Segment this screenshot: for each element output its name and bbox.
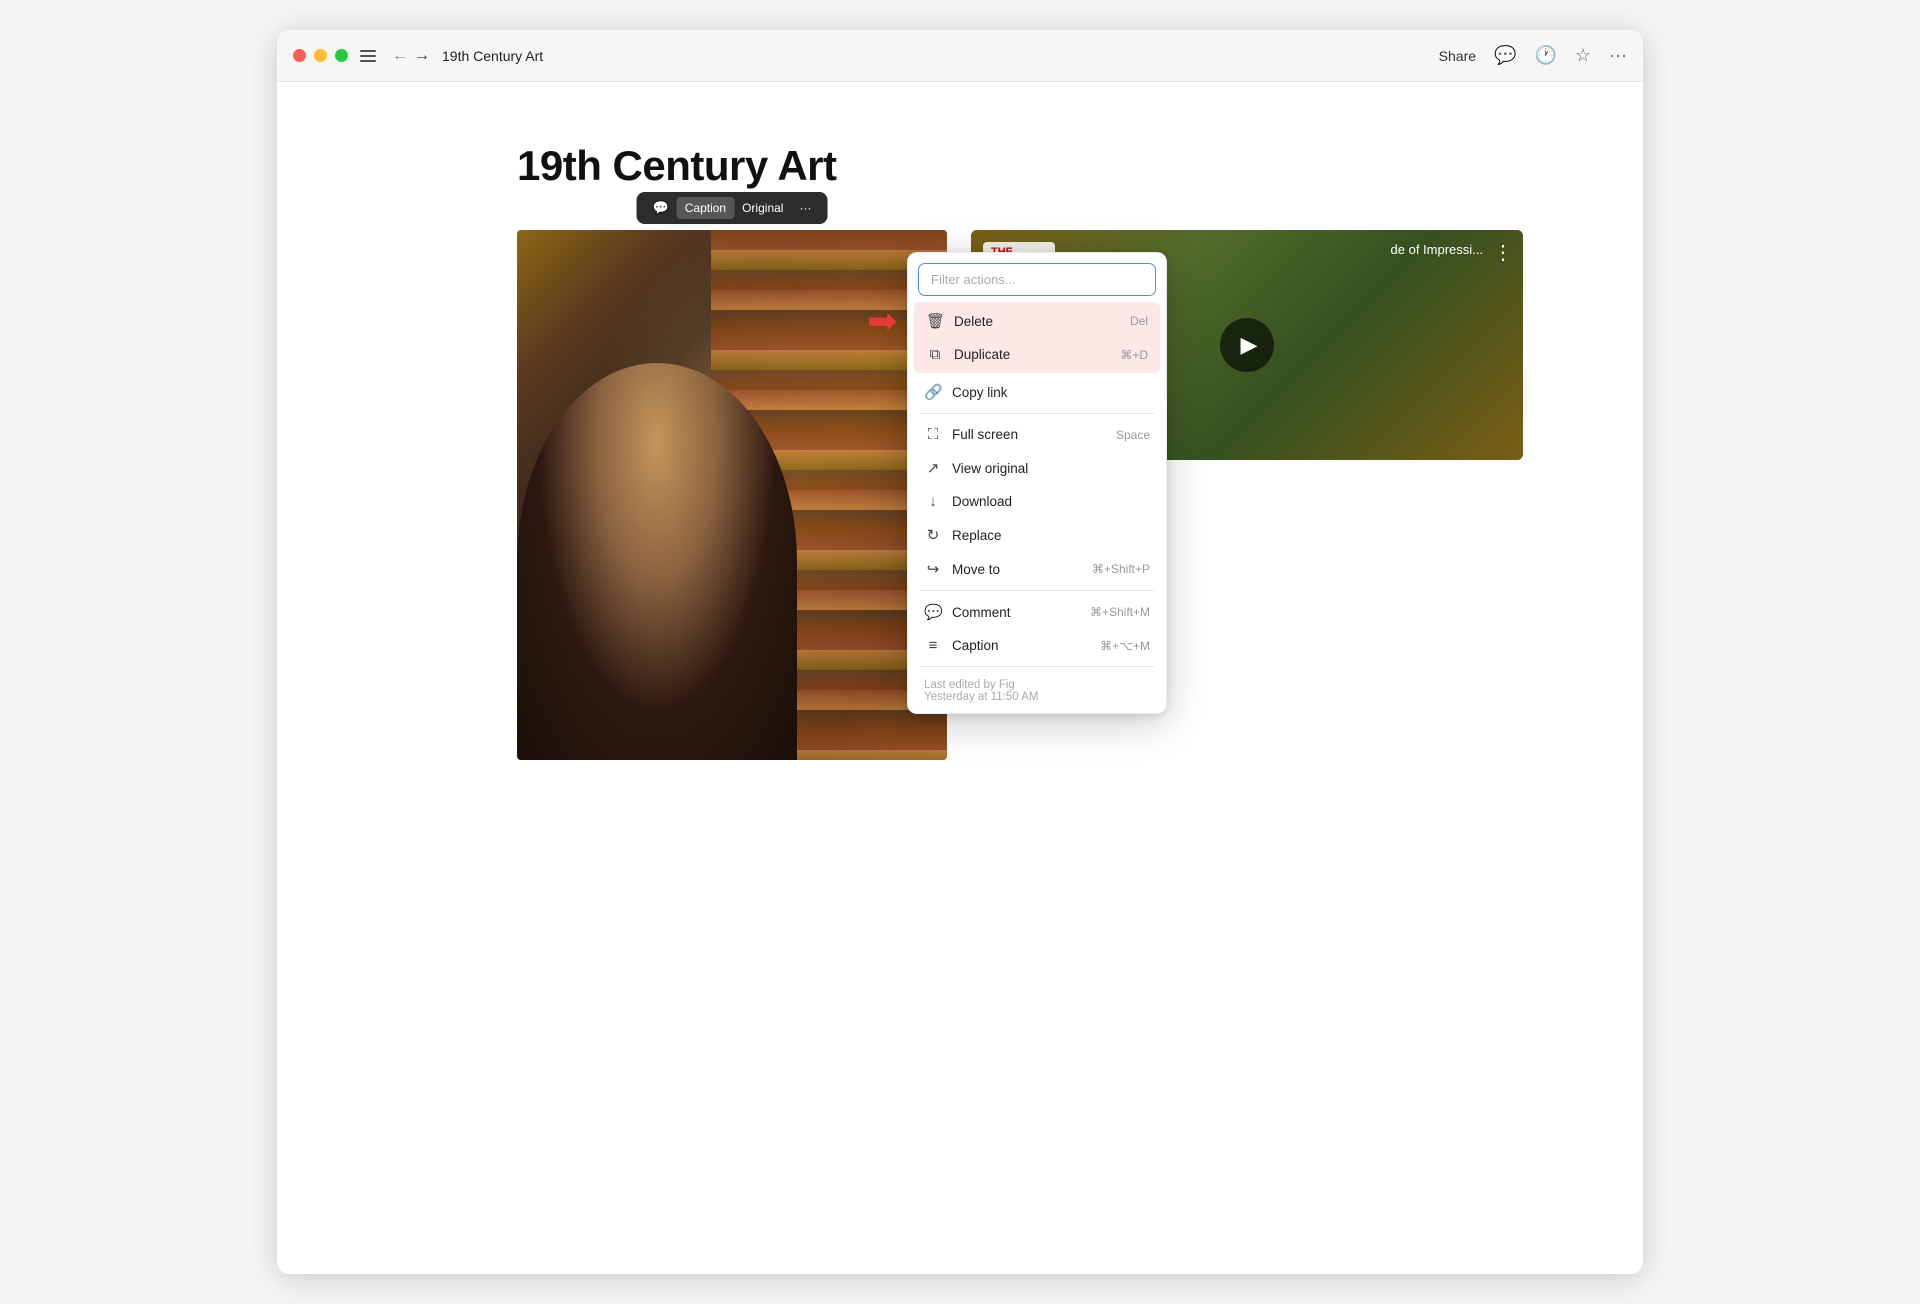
painting-figure [517, 363, 797, 761]
more-dots-icon: ··· [799, 201, 811, 215]
move-to-shortcut: ⌘+Shift+P [1092, 562, 1150, 576]
filter-actions-input[interactable] [918, 263, 1156, 296]
full-screen-icon: ⛶ [924, 426, 942, 443]
replace-menu-item[interactable]: ↻ Replace [914, 518, 1160, 552]
caption-label: Caption [685, 201, 726, 215]
video-more-button[interactable]: ⋮ [1493, 240, 1513, 265]
more-options-icon[interactable]: ··· [1609, 45, 1627, 66]
download-icon: ↓ [924, 493, 942, 510]
download-label: Download [952, 494, 1012, 509]
image-block: 💬 Caption Original ··· [517, 230, 947, 760]
titlebar-title: 19th Century Art [442, 48, 1439, 64]
duplicate-icon: ⧉ [926, 346, 944, 363]
comment-icon[interactable]: 💬 [1494, 45, 1516, 66]
view-original-label: View original [952, 461, 1028, 476]
app-window: ← → 19th Century Art Share 💬 🕐 ☆ ··· 19t… [277, 30, 1643, 1274]
media-row: 💬 Caption Original ··· [517, 230, 1523, 760]
caption-button[interactable]: Caption [677, 197, 734, 219]
page-title: 19th Century Art [517, 142, 1523, 190]
more-image-options-button[interactable]: ··· [791, 197, 819, 219]
back-button[interactable]: ← [392, 48, 408, 64]
comment-menu-label: Comment [952, 605, 1011, 620]
delete-label: Delete [954, 314, 993, 329]
video-play-button[interactable]: ▶ [1220, 318, 1274, 372]
move-to-icon: ↪ [924, 560, 942, 578]
titlebar-actions: Share 💬 🕐 ☆ ··· [1439, 45, 1627, 66]
highlighted-menu-section: 🗑 Delete Del ⧉ Duplicate ⌘+D [914, 302, 1160, 373]
replace-icon: ↻ [924, 526, 942, 544]
sidebar-toggle-button[interactable] [360, 50, 376, 62]
copy-link-label: Copy link [952, 385, 1008, 400]
menu-footer-edited: Last edited by Fig [924, 679, 1150, 691]
replace-label: Replace [952, 528, 1002, 543]
history-icon[interactable]: 🕐 [1534, 45, 1556, 66]
titlebar: ← → 19th Century Art Share 💬 🕐 ☆ ··· [277, 30, 1643, 82]
duplicate-shortcut: ⌘+D [1120, 348, 1148, 362]
duplicate-label: Duplicate [954, 347, 1010, 362]
image-comment-button[interactable]: 💬 [645, 196, 677, 220]
filter-input-wrapper [914, 259, 1160, 302]
copy-link-menu-item[interactable]: 🔗 Copy link [914, 375, 1160, 409]
comment-menu-item[interactable]: 💬 Comment ⌘+Shift+M [914, 595, 1160, 629]
minimize-button[interactable] [314, 49, 327, 62]
original-button[interactable]: Original [734, 197, 791, 219]
traffic-lights [293, 49, 348, 62]
full-screen-shortcut: Space [1116, 428, 1150, 442]
menu-footer: Last edited by Fig Yesterday at 11:50 AM [914, 671, 1160, 707]
arrow-indicator: ➡ [867, 300, 897, 342]
menu-divider-1 [920, 413, 1154, 414]
duplicate-menu-item[interactable]: ⧉ Duplicate ⌘+D [916, 338, 1158, 371]
comment-shortcut: ⌘+Shift+M [1090, 605, 1150, 619]
footer-user: Fig [999, 679, 1015, 691]
caption-menu-item[interactable]: ≡ Caption ⌘+⌥+M [914, 629, 1160, 662]
view-original-menu-item[interactable]: ↗ View original [914, 451, 1160, 485]
full-screen-label: Full screen [952, 427, 1018, 442]
video-title-overlay: de of Impressi... [1391, 242, 1483, 257]
context-menu: 🗑 Delete Del ⧉ Duplicate ⌘+D [907, 252, 1167, 714]
comment-menu-icon: 💬 [924, 603, 942, 621]
download-menu-item[interactable]: ↓ Download [914, 485, 1160, 518]
menu-divider-2 [920, 590, 1154, 591]
caption-shortcut: ⌘+⌥+M [1100, 639, 1150, 653]
close-button[interactable] [293, 49, 306, 62]
forward-button[interactable]: → [414, 48, 430, 64]
delete-menu-item[interactable]: 🗑 Delete Del [916, 304, 1158, 338]
footer-time: Yesterday at 11:50 AM [924, 691, 1150, 703]
copy-link-icon: 🔗 [924, 383, 942, 401]
move-to-menu-item[interactable]: ↪ Move to ⌘+Shift+P [914, 552, 1160, 586]
page-content: 19th Century Art 💬 Caption Original [277, 82, 1643, 1274]
move-to-label: Move to [952, 562, 1000, 577]
comment-small-icon: 💬 [653, 200, 669, 216]
image-toolbar: 💬 Caption Original ··· [637, 192, 828, 224]
original-label: Original [742, 201, 783, 215]
full-screen-menu-item[interactable]: ⛶ Full screen Space [914, 418, 1160, 451]
caption-menu-label: Caption [952, 638, 999, 653]
menu-divider-3 [920, 666, 1154, 667]
share-button[interactable]: Share [1439, 48, 1476, 64]
nav-arrows: ← → [392, 48, 430, 64]
footer-prefix: Last edited by [924, 679, 999, 691]
play-icon: ▶ [1241, 332, 1258, 358]
view-original-icon: ↗ [924, 459, 942, 477]
delete-icon: 🗑 [926, 312, 944, 330]
delete-shortcut: Del [1130, 314, 1148, 328]
bookmark-icon[interactable]: ☆ [1575, 45, 1591, 66]
fullscreen-button[interactable] [335, 49, 348, 62]
caption-menu-icon: ≡ [924, 637, 942, 654]
